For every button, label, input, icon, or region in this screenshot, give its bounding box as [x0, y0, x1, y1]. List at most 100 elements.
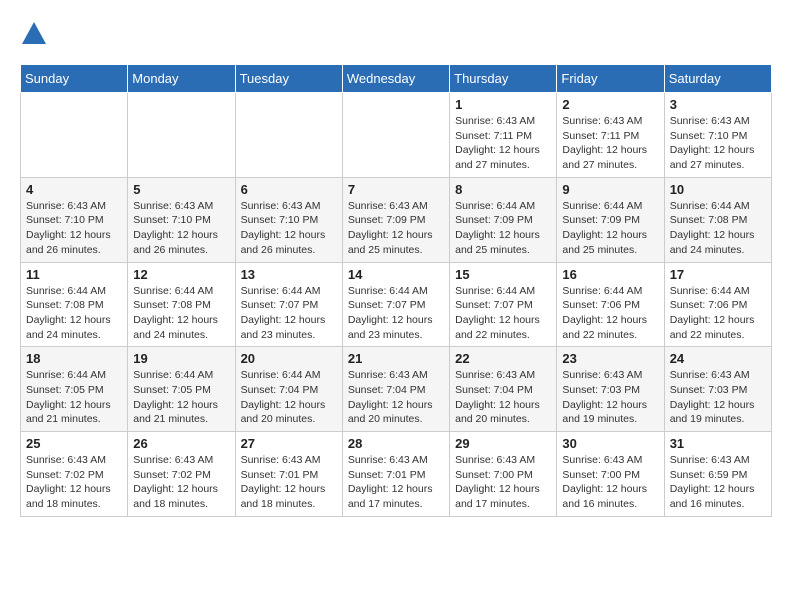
page-header — [20, 20, 772, 48]
calendar-header-tuesday: Tuesday — [235, 65, 342, 93]
calendar-cell — [128, 93, 235, 178]
day-info: Sunrise: 6:43 AM Sunset: 7:10 PM Dayligh… — [133, 199, 229, 258]
calendar-cell: 24Sunrise: 6:43 AM Sunset: 7:03 PM Dayli… — [664, 347, 771, 432]
day-number: 22 — [455, 351, 551, 366]
day-info: Sunrise: 6:44 AM Sunset: 7:05 PM Dayligh… — [133, 368, 229, 427]
day-number: 14 — [348, 267, 444, 282]
day-info: Sunrise: 6:44 AM Sunset: 7:09 PM Dayligh… — [455, 199, 551, 258]
calendar-cell: 12 Sunrise: 6:44 AM Sunset: 7:08 PM Dayli… — [128, 262, 235, 347]
calendar-cell — [21, 93, 128, 178]
day-info: Sunrise: 6:43 AM Sunset: 7:01 PM Dayligh… — [348, 453, 444, 512]
day-info: Sunrise: 6:44 AM Sunset: 7:08 PM Dayligh… — [26, 284, 122, 343]
day-info: Sunrise: 6:43 AM Sunset: 7:11 PM Dayligh… — [455, 114, 551, 173]
day-number: 11 — [26, 267, 122, 282]
calendar-cell: 27 Sunrise: 6:43 AM Sunset: 7:01 PM Dayli… — [235, 432, 342, 517]
day-info: Sunrise: 6:43 AM Sunset: 7:03 PM Dayligh… — [562, 368, 658, 427]
day-number: 18 — [26, 351, 122, 366]
calendar-cell: 23 Sunrise: 6:43 AM Sunset: 7:03 PM Dayli… — [557, 347, 664, 432]
day-number: 6 — [241, 182, 337, 197]
calendar-cell: 15 Sunrise: 6:44 AM Sunset: 7:07 PM Dayli… — [450, 262, 557, 347]
day-info: Sunrise: 6:44 AM Sunset: 7:07 PM Dayligh… — [241, 284, 337, 343]
calendar-cell: 31 Sunrise: 6:43 AM Sunset: 6:59 PM Dayli… — [664, 432, 771, 517]
calendar-cell: 1 Sunrise: 6:43 AM Sunset: 7:11 PM Daylig… — [450, 93, 557, 178]
calendar-cell: 11 Sunrise: 6:44 AM Sunset: 7:08 PM Dayli… — [21, 262, 128, 347]
calendar-table: SundayMondayTuesdayWednesdayThursdayFrid… — [20, 64, 772, 517]
day-info: Sunrise: 6:44 AM Sunset: 7:08 PM Dayligh… — [670, 199, 766, 258]
day-number: 10 — [670, 182, 766, 197]
day-info: Sunrise: 6:44 AM Sunset: 7:05 PM Dayligh… — [26, 368, 122, 427]
day-info: Sunrise: 6:44 AM Sunset: 7:07 PM Dayligh… — [455, 284, 551, 343]
day-info: Sunrise: 6:44 AM Sunset: 7:07 PM Dayligh… — [348, 284, 444, 343]
day-number: 12 — [133, 267, 229, 282]
day-number: 29 — [455, 436, 551, 451]
calendar-cell: 20Sunrise: 6:44 AM Sunset: 7:04 PM Dayli… — [235, 347, 342, 432]
calendar-cell: 19Sunrise: 6:44 AM Sunset: 7:05 PM Dayli… — [128, 347, 235, 432]
calendar-cell: 22 Sunrise: 6:43 AM Sunset: 7:04 PM Dayli… — [450, 347, 557, 432]
day-number: 25 — [26, 436, 122, 451]
calendar-week-row: 25 Sunrise: 6:43 AM Sunset: 7:02 PM Dayli… — [21, 432, 772, 517]
calendar-header-saturday: Saturday — [664, 65, 771, 93]
day-info: Sunrise: 6:44 AM Sunset: 7:09 PM Dayligh… — [562, 199, 658, 258]
calendar-cell: 8 Sunrise: 6:44 AM Sunset: 7:09 PM Daylig… — [450, 177, 557, 262]
calendar-header-sunday: Sunday — [21, 65, 128, 93]
calendar-header-row: SundayMondayTuesdayWednesdayThursdayFrid… — [21, 65, 772, 93]
day-number: 15 — [455, 267, 551, 282]
logo — [20, 20, 52, 48]
calendar-cell: 30 Sunrise: 6:43 AM Sunset: 7:00 PM Dayli… — [557, 432, 664, 517]
calendar-cell: 6 Sunrise: 6:43 AM Sunset: 7:10 PM Daylig… — [235, 177, 342, 262]
calendar-week-row: 1 Sunrise: 6:43 AM Sunset: 7:11 PM Daylig… — [21, 93, 772, 178]
day-info: Sunrise: 6:43 AM Sunset: 6:59 PM Dayligh… — [670, 453, 766, 512]
day-info: Sunrise: 6:43 AM Sunset: 7:09 PM Dayligh… — [348, 199, 444, 258]
calendar-cell: 28Sunrise: 6:43 AM Sunset: 7:01 PM Dayli… — [342, 432, 449, 517]
calendar-cell: 26 Sunrise: 6:43 AM Sunset: 7:02 PM Dayli… — [128, 432, 235, 517]
day-info: Sunrise: 6:43 AM Sunset: 7:00 PM Dayligh… — [455, 453, 551, 512]
calendar-header-monday: Monday — [128, 65, 235, 93]
logo-icon — [20, 20, 48, 48]
day-number: 8 — [455, 182, 551, 197]
day-info: Sunrise: 6:44 AM Sunset: 7:04 PM Dayligh… — [241, 368, 337, 427]
calendar-cell: 13 Sunrise: 6:44 AM Sunset: 7:07 PM Dayli… — [235, 262, 342, 347]
day-number: 1 — [455, 97, 551, 112]
day-number: 4 — [26, 182, 122, 197]
day-number: 7 — [348, 182, 444, 197]
calendar-cell — [235, 93, 342, 178]
calendar-cell: 17 Sunrise: 6:44 AM Sunset: 7:06 PM Dayli… — [664, 262, 771, 347]
day-info: Sunrise: 6:43 AM Sunset: 7:03 PM Dayligh… — [670, 368, 766, 427]
calendar-cell: 16 Sunrise: 6:44 AM Sunset: 7:06 PM Dayli… — [557, 262, 664, 347]
day-info: Sunrise: 6:44 AM Sunset: 7:06 PM Dayligh… — [670, 284, 766, 343]
calendar-header-friday: Friday — [557, 65, 664, 93]
day-info: Sunrise: 6:43 AM Sunset: 7:04 PM Dayligh… — [455, 368, 551, 427]
calendar-cell: 9 Sunrise: 6:44 AM Sunset: 7:09 PM Daylig… — [557, 177, 664, 262]
calendar-cell: 7 Sunrise: 6:43 AM Sunset: 7:09 PM Daylig… — [342, 177, 449, 262]
day-info: Sunrise: 6:43 AM Sunset: 7:02 PM Dayligh… — [133, 453, 229, 512]
day-number: 13 — [241, 267, 337, 282]
day-number: 21 — [348, 351, 444, 366]
day-number: 9 — [562, 182, 658, 197]
calendar-cell: 21 Sunrise: 6:43 AM Sunset: 7:04 PM Dayli… — [342, 347, 449, 432]
day-number: 5 — [133, 182, 229, 197]
calendar-cell: 4Sunrise: 6:43 AM Sunset: 7:10 PM Daylig… — [21, 177, 128, 262]
day-number: 31 — [670, 436, 766, 451]
day-info: Sunrise: 6:43 AM Sunset: 7:11 PM Dayligh… — [562, 114, 658, 173]
day-number: 26 — [133, 436, 229, 451]
day-info: Sunrise: 6:43 AM Sunset: 7:01 PM Dayligh… — [241, 453, 337, 512]
calendar-header-thursday: Thursday — [450, 65, 557, 93]
day-number: 23 — [562, 351, 658, 366]
calendar-cell: 18 Sunrise: 6:44 AM Sunset: 7:05 PM Dayli… — [21, 347, 128, 432]
day-number: 27 — [241, 436, 337, 451]
calendar-header-wednesday: Wednesday — [342, 65, 449, 93]
day-info: Sunrise: 6:44 AM Sunset: 7:06 PM Dayligh… — [562, 284, 658, 343]
calendar-cell: 29 Sunrise: 6:43 AM Sunset: 7:00 PM Dayli… — [450, 432, 557, 517]
day-info: Sunrise: 6:43 AM Sunset: 7:04 PM Dayligh… — [348, 368, 444, 427]
day-number: 16 — [562, 267, 658, 282]
calendar-cell: 10 Sunrise: 6:44 AM Sunset: 7:08 PM Dayli… — [664, 177, 771, 262]
day-number: 17 — [670, 267, 766, 282]
calendar-week-row: 4 Sunrise: 6:43 AM Sunset: 7:10 PM Daylig… — [21, 177, 772, 262]
day-number: 30 — [562, 436, 658, 451]
day-number: 2 — [562, 97, 658, 112]
day-info: Sunrise: 6:44 AM Sunset: 7:08 PM Dayligh… — [133, 284, 229, 343]
day-info: Sunrise: 6:43 AM Sunset: 7:00 PM Dayligh… — [562, 453, 658, 512]
day-info: Sunrise: 6:43 AM Sunset: 7:10 PM Dayligh… — [241, 199, 337, 258]
calendar-cell: 5 Sunrise: 6:43 AM Sunset: 7:10 PM Daylig… — [128, 177, 235, 262]
calendar-cell: 25Sunrise: 6:43 AM Sunset: 7:02 PM Dayli… — [21, 432, 128, 517]
